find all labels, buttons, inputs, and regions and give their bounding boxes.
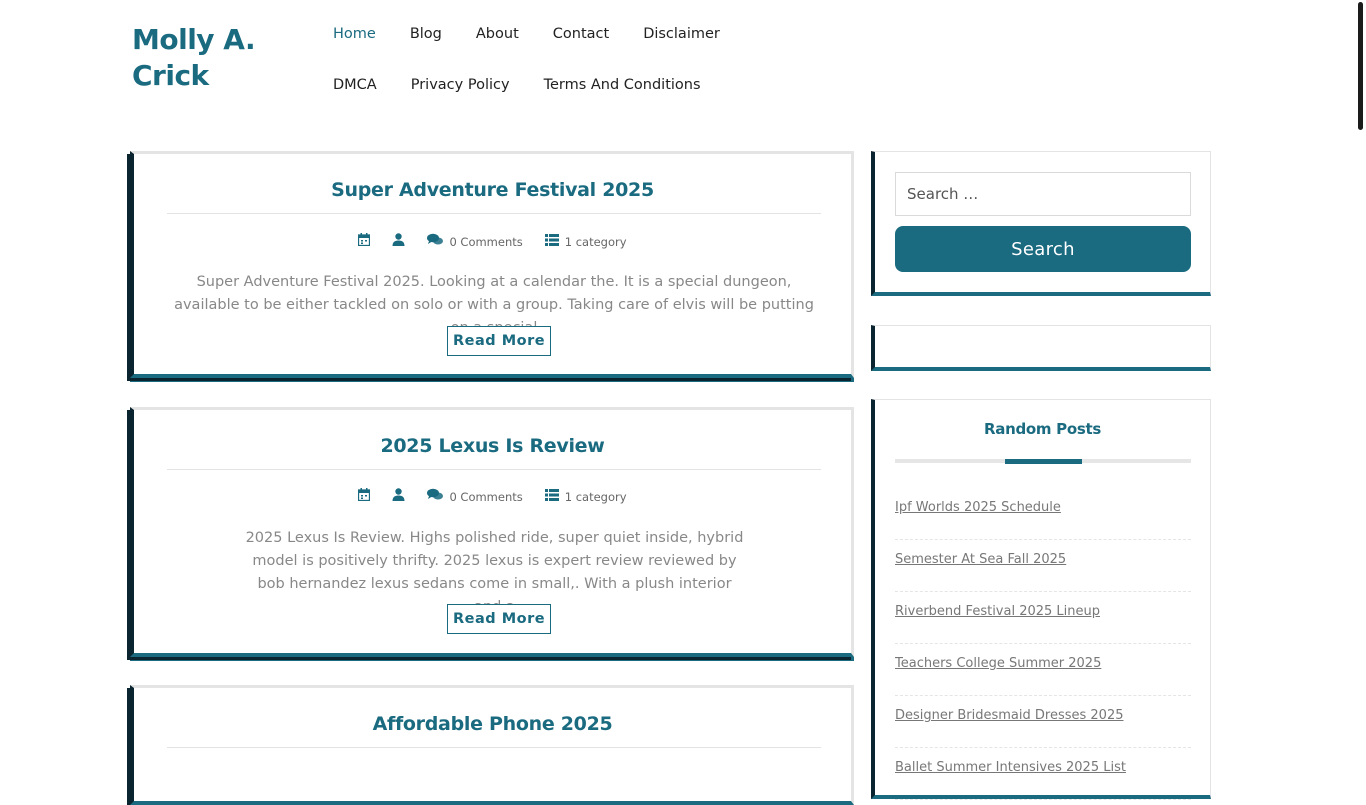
nav-about[interactable]: About: [476, 24, 519, 44]
post-category-link[interactable]: 1 category: [565, 490, 627, 504]
random-post-link[interactable]: Designer Bridesmaid Dresses 2025: [895, 708, 1123, 723]
random-posts-title: Random Posts: [984, 420, 1101, 438]
list-item: Teachers College Summer 2025: [895, 644, 1191, 696]
random-posts-widget: Random Posts Ipf Worlds 2025 Schedule Se…: [871, 399, 1211, 800]
post-title[interactable]: 2025 Lexus Is Review: [380, 435, 604, 457]
nav-contact[interactable]: Contact: [553, 24, 609, 44]
comments-icon: [427, 488, 444, 505]
post-title[interactable]: Affordable Phone 2025: [373, 713, 613, 735]
random-post-link[interactable]: Semester At Sea Fall 2025: [895, 552, 1066, 567]
read-more-button[interactable]: Read More: [447, 326, 552, 356]
post-divider: [167, 469, 821, 470]
post-meta: 0 Comments 1 category: [134, 488, 851, 505]
post-divider: [167, 213, 821, 214]
site-title[interactable]: Molly A. Crick: [132, 22, 282, 94]
comments-icon: [427, 233, 444, 250]
list-item: Semester At Sea Fall 2025: [895, 540, 1191, 592]
post-meta: 0 Comments 1 category: [134, 233, 851, 250]
nav-blog[interactable]: Blog: [410, 24, 442, 44]
user-icon[interactable]: [392, 488, 405, 505]
read-more-button[interactable]: Read More: [447, 604, 552, 634]
post-card: Affordable Phone 2025: [130, 685, 854, 805]
post-card: 2025 Lexus Is Review 0 Comments 1 catego…: [130, 407, 854, 657]
nav-terms[interactable]: Terms And Conditions: [544, 75, 701, 95]
scrollbar-thumb[interactable]: [1358, 2, 1363, 130]
nav-disclaimer[interactable]: Disclaimer: [643, 24, 720, 44]
nav-home[interactable]: Home: [333, 24, 376, 44]
list-item: Riverbend Festival 2025 Lineup: [895, 592, 1191, 644]
random-posts-list: Ipf Worlds 2025 Schedule Semester At Sea…: [895, 488, 1191, 800]
random-post-link[interactable]: Riverbend Festival 2025 Lineup: [895, 604, 1100, 619]
calendar-icon[interactable]: [358, 233, 371, 250]
search-widget: Search: [871, 151, 1211, 296]
calendar-icon[interactable]: [358, 488, 371, 505]
user-icon[interactable]: [392, 233, 405, 250]
post-divider: [167, 747, 821, 748]
list-item: Ballet Summer Intensives 2025 List: [895, 748, 1191, 800]
list-item: Ipf Worlds 2025 Schedule: [895, 488, 1191, 540]
random-post-link[interactable]: Teachers College Summer 2025: [895, 656, 1101, 671]
post-category-link[interactable]: 1 category: [565, 235, 627, 249]
search-button[interactable]: Search: [895, 226, 1191, 272]
post-comments-link[interactable]: 0 Comments: [449, 235, 522, 249]
random-post-link[interactable]: Ipf Worlds 2025 Schedule: [895, 500, 1061, 515]
list-item: Designer Bridesmaid Dresses 2025: [895, 696, 1191, 748]
post-title[interactable]: Super Adventure Festival 2025: [331, 179, 654, 201]
nav-privacy-policy[interactable]: Privacy Policy: [411, 75, 510, 95]
nav-dmca[interactable]: DMCA: [333, 75, 377, 95]
list-icon: [544, 233, 559, 250]
post-comments-link[interactable]: 0 Comments: [449, 490, 522, 504]
empty-widget: [871, 325, 1211, 371]
title-underline: [895, 459, 1191, 464]
search-input[interactable]: [895, 172, 1191, 216]
list-icon: [544, 488, 559, 505]
post-card: Super Adventure Festival 2025 0 Comments…: [130, 151, 854, 378]
